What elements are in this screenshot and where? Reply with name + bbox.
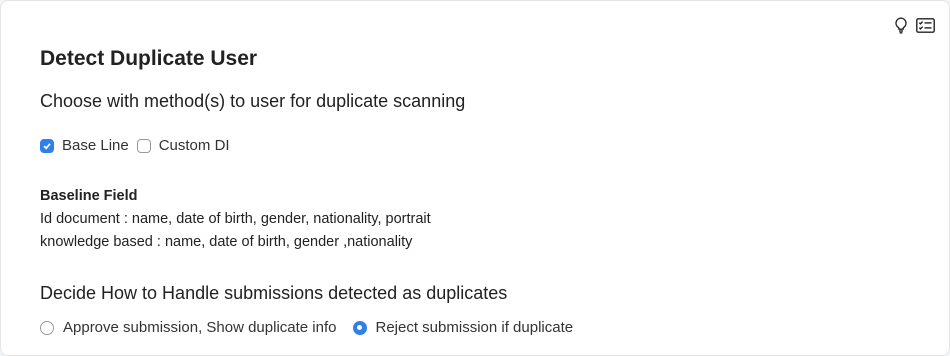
card-actions xyxy=(891,15,935,35)
reject-radio-label: Reject submission if duplicate xyxy=(375,319,574,336)
handling-question: Decide How to Handle submissions detecte… xyxy=(40,283,508,303)
baseline-field-section: Baseline Field Id document : name, date … xyxy=(40,185,431,254)
approve-radio-option[interactable]: Approve submission, Show duplicate info xyxy=(40,319,337,336)
baseline-id-document-line: Id document : name, date of birth, gende… xyxy=(40,211,431,227)
lightbulb-icon[interactable] xyxy=(891,15,911,35)
approve-radio[interactable] xyxy=(40,320,54,335)
reject-radio-option[interactable]: Reject submission if duplicate xyxy=(352,319,574,336)
reject-radio[interactable] xyxy=(352,320,367,335)
method-options: Base Line Custom DI xyxy=(40,137,230,154)
baseline-checkbox[interactable] xyxy=(40,138,54,153)
custom-di-checkbox-label: Custom DI xyxy=(158,137,230,154)
custom-di-checkbox[interactable] xyxy=(136,138,151,153)
duplicate-user-card: Detect Duplicate User Choose with method… xyxy=(0,0,950,356)
custom-di-checkbox-option[interactable]: Custom DI xyxy=(136,137,230,154)
method-question: Choose with method(s) to user for duplic… xyxy=(40,91,466,111)
handling-options: Approve submission, Show duplicate info … xyxy=(40,319,573,336)
baseline-checkbox-option[interactable]: Base Line xyxy=(40,137,129,154)
baseline-checkbox-label: Base Line xyxy=(62,137,129,154)
check-icon xyxy=(43,142,51,149)
page-title: Detect Duplicate User xyxy=(40,47,258,70)
baseline-knowledge-line: knowledge based : name, date of birth, g… xyxy=(40,234,413,250)
approve-radio-label: Approve submission, Show duplicate info xyxy=(63,319,337,336)
baseline-field-title: Baseline Field xyxy=(40,188,138,204)
form-list-icon[interactable] xyxy=(915,15,935,35)
